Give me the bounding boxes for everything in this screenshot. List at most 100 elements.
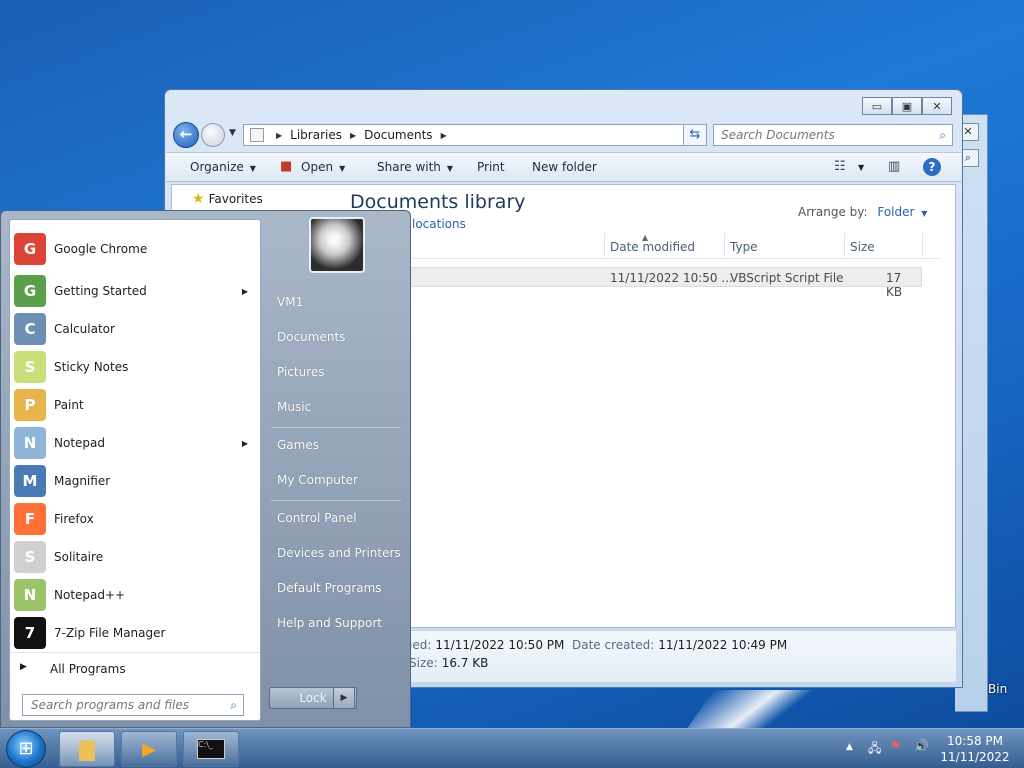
detail-modified: ied: 11/11/2022 10:50 PM (409, 638, 564, 652)
search-icon[interactable]: ⌕ (939, 125, 946, 145)
start-program-item[interactable]: S Sticky Notes (10, 348, 260, 386)
column-size[interactable]: Size (850, 240, 875, 254)
start-right-link[interactable]: Devices and Printers (277, 546, 401, 560)
start-right-link[interactable]: Pictures (277, 365, 325, 379)
detail-created-value: 11/11/2022 10:49 PM (658, 638, 788, 652)
notepad-plus-plus-icon: N (14, 579, 46, 611)
breadcrumb-arrow-icon[interactable]: ▶ (441, 131, 447, 140)
explorer-taskbar-button[interactable]: ▇ (59, 731, 115, 767)
search-placeholder: Search Documents (721, 128, 835, 142)
column-divider[interactable] (922, 233, 923, 257)
all-programs-button[interactable]: ▶ All Programs (10, 652, 260, 684)
start-program-label: Notepad++ (54, 588, 126, 602)
search-input[interactable]: Search Documents ⌕ (713, 124, 953, 146)
start-search-input[interactable]: Search programs and files ⌕ (22, 694, 244, 716)
breadcrumb-arrow-icon[interactable]: ▶ (276, 131, 282, 140)
show-hidden-icons[interactable]: ▲ (846, 742, 853, 752)
detail-modified-value: 11/11/2022 10:50 PM (435, 638, 565, 652)
help-icon[interactable]: ? (923, 158, 941, 176)
start-right-link[interactable]: Default Programs (277, 581, 382, 595)
address-bar[interactable]: ▶ Libraries ▶ Documents ▶ ▼ (243, 124, 705, 146)
breadcrumb-documents[interactable]: Documents (364, 128, 432, 142)
start-program-label: Sticky Notes (54, 360, 129, 374)
recycle-bin-label[interactable]: Bin (988, 682, 1007, 696)
breadcrumb-arrow-icon[interactable]: ▶ (350, 131, 356, 140)
forward-button[interactable] (201, 123, 225, 147)
start-program-item[interactable]: C Calculator (10, 310, 260, 348)
view-dropdown-icon[interactable]: ▼ (858, 163, 864, 172)
start-right-link[interactable]: Music (277, 400, 311, 414)
arrange-by-dropdown[interactable]: Folder (877, 205, 914, 219)
seven-zip-icon: 7 (14, 617, 46, 649)
start-program-item[interactable]: N Notepad++ (10, 576, 260, 614)
network-icon[interactable]: 🖧 (868, 739, 881, 760)
new-folder-button[interactable]: New folder (532, 160, 597, 174)
arrange-by-label: Arrange by: (798, 205, 868, 219)
firefox-icon: F (14, 503, 46, 535)
windows-orb-icon[interactable]: ⊞ (6, 730, 46, 768)
start-program-label: Getting Started (54, 284, 147, 298)
folder-icon: ▇ (79, 737, 95, 761)
volume-icon[interactable]: 🔊 (914, 739, 929, 753)
view-options-icon[interactable]: ☷ (834, 159, 846, 174)
start-program-item[interactable]: G Google Chrome (10, 230, 260, 268)
preview-pane-icon[interactable]: ▥ (888, 159, 900, 174)
column-divider[interactable] (604, 233, 605, 257)
shutdown-options-arrow-icon[interactable]: ▶ (333, 687, 355, 709)
close-button[interactable]: ✕ (922, 97, 952, 115)
action-center-flag-icon[interactable]: ⚑ (890, 739, 901, 753)
search-icon[interactable]: ⌕ (230, 695, 237, 715)
chevron-down-icon[interactable]: ▼ (921, 209, 927, 218)
start-program-item[interactable]: G Getting Started ▶ (10, 272, 260, 310)
column-divider[interactable] (724, 233, 725, 257)
command-prompt-icon: C:\_ (197, 739, 225, 759)
start-program-label: Google Chrome (54, 242, 148, 256)
library-locations-link[interactable]: locations (412, 217, 466, 231)
cmd-taskbar-button[interactable]: C:\_ (183, 731, 239, 767)
star-icon: ★ (192, 191, 205, 207)
print-button[interactable]: Print (477, 160, 505, 174)
maximize-button[interactable]: ▣ (892, 97, 922, 115)
start-program-item[interactable]: N Notepad ▶ (10, 424, 260, 462)
clock-time: 10:58 PM (947, 734, 1003, 748)
nav-favorites[interactable]: ★ Favorites (192, 191, 263, 207)
column-date-modified[interactable]: Date modified (610, 240, 695, 254)
start-right-link[interactable]: Help and Support (277, 616, 382, 630)
start-right-link[interactable]: My Computer (277, 473, 358, 487)
clock-date: 11/11/2022 (940, 750, 1010, 764)
user-avatar[interactable] (309, 217, 365, 273)
column-type[interactable]: Type (730, 240, 758, 254)
back-button[interactable]: ← (173, 122, 199, 148)
calculator-icon: C (14, 313, 46, 345)
sticky-notes-icon: S (14, 351, 46, 383)
minimize-button[interactable]: ▭ (862, 97, 892, 115)
open-menu[interactable]: Open ▼ (301, 160, 345, 174)
share-with-menu[interactable]: Share with ▼ (377, 160, 453, 174)
command-bar: Organize ▼ ■ Open ▼ Share with ▼ Print New … (166, 152, 961, 182)
breadcrumb-libraries[interactable]: Libraries (290, 128, 342, 142)
chevron-right-icon[interactable]: ▶ (242, 287, 248, 296)
column-header: ▲ Date modified Type Size (342, 233, 942, 259)
start-right-link[interactable]: Games (277, 438, 319, 452)
start-right-link[interactable]: VM1 (277, 295, 303, 309)
media-player-taskbar-button[interactable]: ▶ (121, 731, 177, 767)
file-row[interactable]: u 11/11/2022 10:50 ... VBScript Script F… (342, 267, 922, 299)
open-label: Open (301, 160, 334, 174)
start-program-item[interactable]: P Paint (10, 386, 260, 424)
clock[interactable]: 10:58 PM 11/11/2022 (940, 733, 1010, 765)
organize-menu[interactable]: Organize ▼ (190, 160, 256, 174)
refresh-button[interactable]: ⇆ (683, 124, 707, 146)
start-right-link[interactable]: Control Panel (277, 511, 357, 525)
chevron-right-icon[interactable]: ▶ (242, 439, 248, 448)
start-program-item[interactable]: 7 7-Zip File Manager (10, 614, 260, 652)
column-divider[interactable] (844, 233, 845, 257)
open-app-icon: ■ (280, 159, 293, 174)
arrange-by: Arrange by: Folder ▼ (798, 205, 927, 219)
start-program-item[interactable]: F Firefox (10, 500, 260, 538)
recent-pages-dropdown[interactable]: ▼ (229, 128, 236, 138)
start-right-link[interactable]: Documents (277, 330, 345, 344)
start-program-item[interactable]: S Solitaire (10, 538, 260, 576)
start-program-item[interactable]: M Magnifier (10, 462, 260, 500)
start-program-label: Calculator (54, 322, 115, 336)
menu-divider (271, 500, 401, 501)
